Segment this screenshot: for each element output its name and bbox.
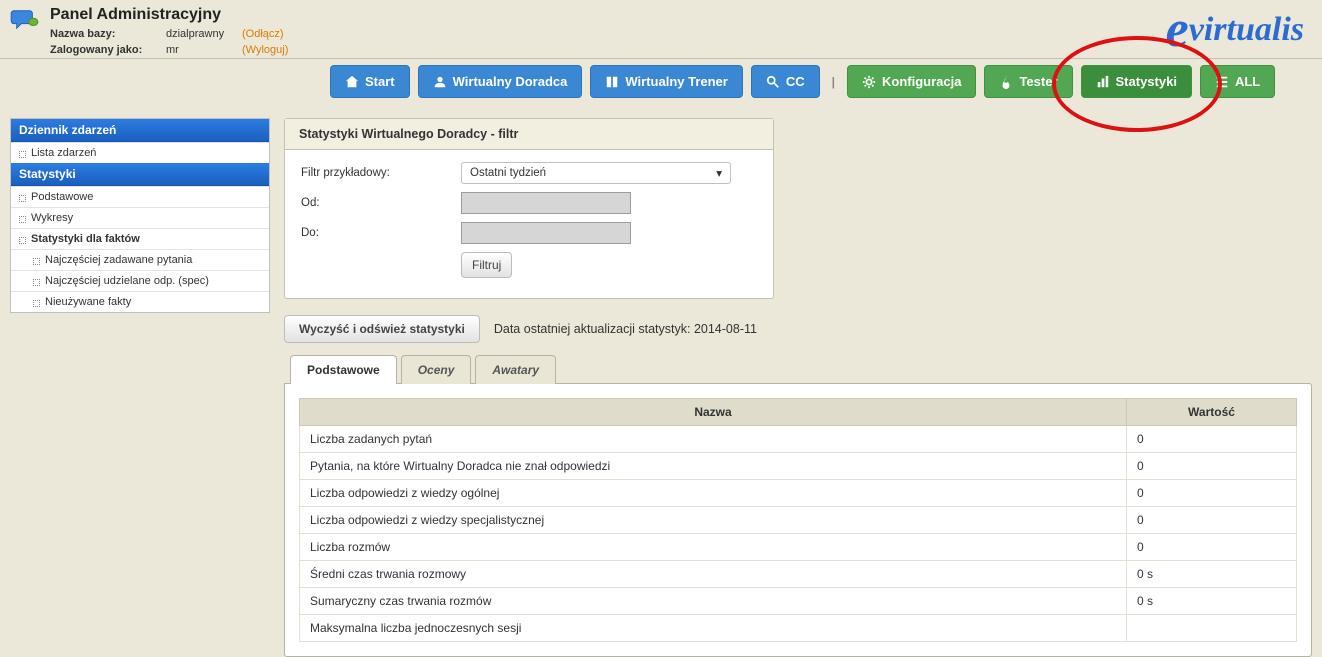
refresh-stats-button[interactable]: Wyczyść i odśwież statystyki (284, 315, 480, 343)
sidebar: Dziennik zdarzeń Lista zdarzeń Statystyk… (10, 118, 270, 313)
stat-name: Liczba odpowiedzi z wiedzy ogólnej (300, 480, 1127, 507)
nav-cc-button[interactable]: CC (751, 65, 820, 98)
table-row: Sumaryczny czas trwania rozmów0 s (300, 588, 1297, 615)
filter-submit-button[interactable]: Filtruj (461, 252, 512, 278)
nav-all-button[interactable]: ALL (1200, 65, 1275, 98)
search-icon (766, 75, 780, 89)
stat-name: Liczba zadanych pytań (300, 426, 1127, 453)
stat-value: 0 (1127, 507, 1297, 534)
sidebar-head-log: Dziennik zdarzeń (11, 119, 269, 142)
filter-to-label: Do: (301, 227, 461, 239)
table-row: Liczba zadanych pytań0 (300, 426, 1297, 453)
table-row: Liczba rozmów0 (300, 534, 1297, 561)
sidebar-item-spec[interactable]: Najczęściej udzielane odp. (spec) (11, 270, 269, 291)
nav-separator: | (828, 75, 839, 89)
disconnect-link[interactable]: (Odłącz) (242, 26, 284, 42)
table-row: Liczba odpowiedzi z wiedzy ogólnej0 (300, 480, 1297, 507)
tabs: Podstawowe Oceny Awatary (290, 355, 1312, 384)
stat-value: 0 (1127, 453, 1297, 480)
admin-info: Panel Administracyjny Nazwa bazy: dzialp… (50, 6, 288, 58)
user-label: Zalogowany jako: (50, 42, 160, 58)
stat-value: 0 s (1127, 588, 1297, 615)
stat-name: Liczba rozmów (300, 534, 1127, 561)
book-icon (605, 75, 619, 89)
filter-from-input[interactable] (461, 192, 631, 214)
tab-basic[interactable]: Podstawowe (290, 355, 397, 384)
stat-value (1127, 615, 1297, 642)
table-row: Średni czas trwania rozmowy0 s (300, 561, 1297, 588)
sidebar-head-stats: Statystyki (11, 163, 269, 186)
last-update-text: Data ostatniej aktualizacji statystyk: 2… (494, 322, 757, 336)
sidebar-item-log-list[interactable]: Lista zdarzeń (11, 142, 269, 163)
speech-icon (10, 8, 40, 32)
stat-name: Sumaryczny czas trwania rozmów (300, 588, 1127, 615)
filter-from-label: Od: (301, 197, 461, 209)
stat-value: 0 (1127, 480, 1297, 507)
page-title: Panel Administracyjny (50, 6, 288, 24)
layout: Dziennik zdarzeń Lista zdarzeń Statystyk… (0, 108, 1322, 657)
sidebar-item-basic[interactable]: Podstawowe (11, 186, 269, 207)
content: Statystyki Wirtualnego Doradcy - filtr F… (284, 118, 1312, 657)
stat-value: 0 (1127, 534, 1297, 561)
nav-trener-button[interactable]: Wirtualny Trener (590, 65, 742, 98)
nav-wd-button[interactable]: Wirtualny Doradca (418, 65, 583, 98)
gear-icon (862, 75, 876, 89)
topbar: Panel Administracyjny Nazwa bazy: dzialp… (0, 0, 1322, 59)
stat-name: Maksymalna liczba jednoczesnych sesji (300, 615, 1127, 642)
db-label: Nazwa bazy: (50, 26, 160, 42)
sidebar-item-unused[interactable]: Nieużywane fakty (11, 291, 269, 312)
stat-value: 0 s (1127, 561, 1297, 588)
filter-example-label: Filtr przykładowy: (301, 167, 461, 179)
filter-to-input[interactable] (461, 222, 631, 244)
filter-panel-title: Statystyki Wirtualnego Doradcy - filtr (285, 119, 773, 150)
tab-avatars[interactable]: Awatary (475, 355, 556, 384)
sidebar-item-facts[interactable]: Statystyki dla faktów (11, 228, 269, 249)
logout-link[interactable]: (Wyloguj) (242, 42, 288, 58)
table-row: Pytania, na które Wirtualny Doradca nie … (300, 453, 1297, 480)
nav-start-button[interactable]: Start (330, 65, 410, 98)
home-icon (345, 75, 359, 89)
stats-table: Nazwa Wartość Liczba zadanych pytań0Pyta… (299, 398, 1297, 642)
stat-name: Liczba odpowiedzi z wiedzy specjalistycz… (300, 507, 1127, 534)
refresh-row: Wyczyść i odśwież statystyki Data ostatn… (284, 315, 1312, 343)
user-icon (433, 75, 447, 89)
sidebar-item-faq[interactable]: Najczęściej zadawane pytania (11, 249, 269, 270)
nav-stats-button[interactable]: Statystyki (1081, 65, 1192, 98)
logo: evirtualis (1166, 0, 1304, 59)
fire-icon (999, 75, 1013, 89)
db-value: dzialprawny (166, 26, 236, 42)
chevron-down-icon: ▾ (716, 166, 722, 180)
col-name: Nazwa (300, 399, 1127, 426)
filter-example-select[interactable]: Ostatni tydzień ▾ (461, 162, 731, 184)
table-row: Liczba odpowiedzi z wiedzy specjalistycz… (300, 507, 1297, 534)
table-row: Maksymalna liczba jednoczesnych sesji (300, 615, 1297, 642)
filter-panel: Statystyki Wirtualnego Doradcy - filtr F… (284, 118, 774, 299)
stat-name: Pytania, na które Wirtualny Doradca nie … (300, 453, 1127, 480)
list-icon (1215, 75, 1229, 89)
stat-value: 0 (1127, 426, 1297, 453)
stat-name: Średni czas trwania rozmowy (300, 561, 1127, 588)
col-value: Wartość (1127, 399, 1297, 426)
tab-ratings[interactable]: Oceny (401, 355, 472, 384)
main-nav: Start Wirtualny Doradca Wirtualny Trener… (0, 59, 1322, 108)
nav-config-button[interactable]: Konfiguracja (847, 65, 976, 98)
nav-tester-button[interactable]: Tester (984, 65, 1072, 98)
tab-pane-basic: Nazwa Wartość Liczba zadanych pytań0Pyta… (284, 383, 1312, 657)
bar-chart-icon (1096, 75, 1110, 89)
user-value: mr (166, 42, 236, 58)
sidebar-item-charts[interactable]: Wykresy (11, 207, 269, 228)
